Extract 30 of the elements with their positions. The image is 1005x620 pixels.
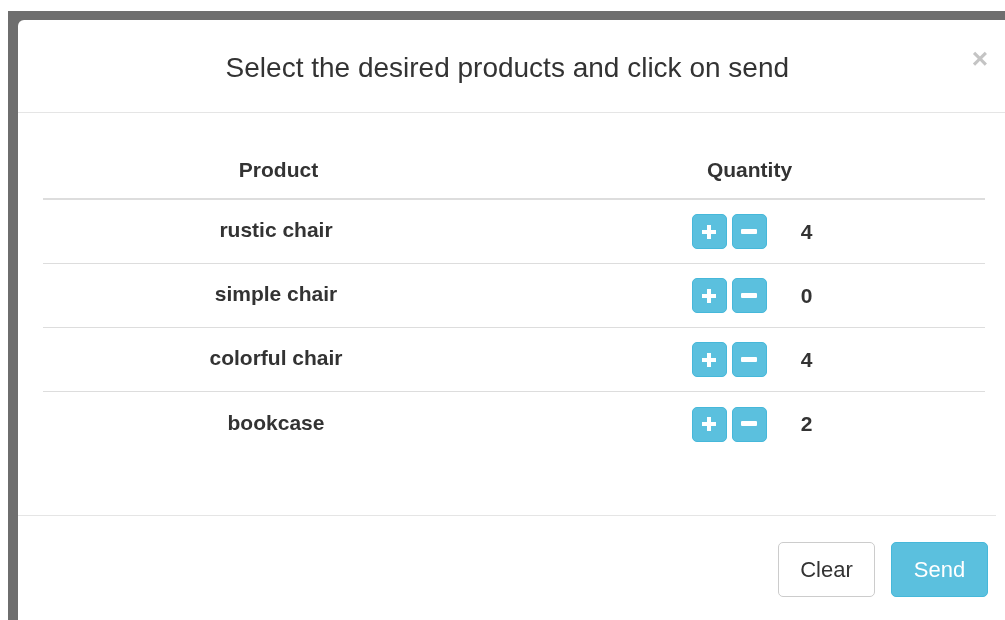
- minus-icon: [741, 228, 758, 235]
- column-header: Product: [238, 157, 319, 183]
- plus-icon: [701, 287, 718, 304]
- product-name: simple chair: [214, 281, 338, 308]
- close-button[interactable]: ×: [971, 45, 988, 73]
- increase-button[interactable]: [691, 406, 727, 442]
- plus-icon: [701, 351, 718, 368]
- quantity-value: 4: [800, 346, 813, 373]
- quantity-value: 0: [800, 282, 813, 309]
- dialog-title: Select the desired products and click on send: [225, 50, 790, 85]
- increase-button[interactable]: [691, 214, 727, 249]
- plus-icon: [701, 416, 718, 432]
- minus-icon: [741, 356, 758, 363]
- send-button[interactable]: Send: [891, 542, 988, 597]
- minus-icon: [741, 421, 758, 427]
- product-name: colorful chair: [209, 345, 343, 372]
- minus-icon: [741, 292, 758, 299]
- quantity-value: 2: [800, 411, 813, 438]
- increase-button[interactable]: [691, 342, 727, 377]
- increase-button[interactable]: [691, 278, 727, 313]
- product-name: rustic chair: [219, 217, 333, 244]
- column-header: Quantity: [706, 157, 793, 183]
- decrease-button[interactable]: [731, 342, 767, 377]
- clear-button[interactable]: Clear: [778, 542, 875, 597]
- product-name: bookcase: [227, 409, 325, 436]
- quantity-value: 4: [800, 218, 813, 245]
- decrease-button[interactable]: [731, 214, 767, 249]
- decrease-button[interactable]: [731, 278, 767, 313]
- decrease-button[interactable]: [731, 406, 767, 442]
- plus-icon: [701, 223, 718, 240]
